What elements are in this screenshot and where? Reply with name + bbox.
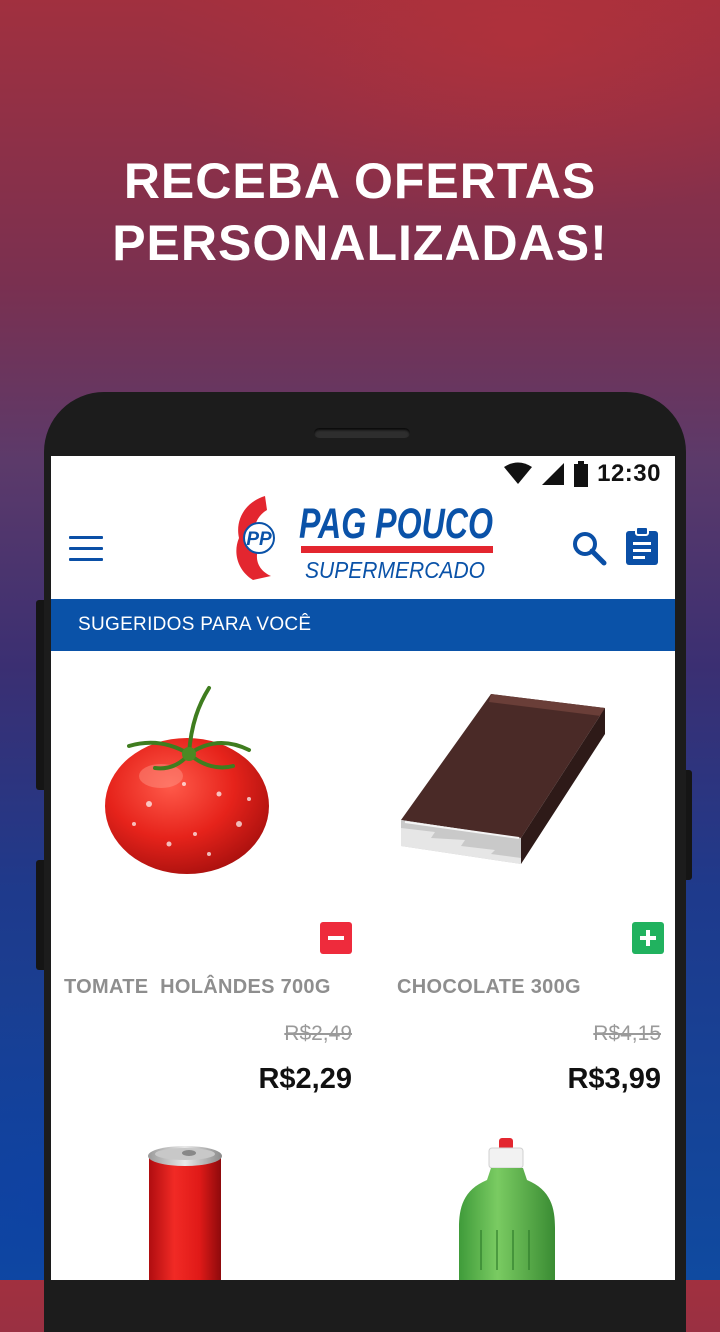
soda-can-image	[148, 1146, 222, 1280]
pag-pouco-logo: PP PAG POUCO SUPERMERCADO	[236, 496, 493, 583]
promo-headline: RECEBA OFERTAS PERSONALIZADAS!	[0, 150, 720, 274]
tomato-image	[105, 686, 269, 874]
battery-icon	[574, 461, 589, 487]
headline-line-1: RECEBA OFERTAS	[123, 153, 597, 209]
section-header: SUGERIDOS PARA VOCÊ	[51, 599, 675, 651]
logo-brand: PAG POUCO	[299, 500, 493, 548]
logo-underline	[301, 546, 493, 553]
phone-side-button-left-2	[36, 860, 44, 970]
minus-icon	[328, 936, 344, 940]
product-old-price: R$4,15	[593, 1022, 661, 1045]
wifi-icon	[504, 462, 533, 484]
increase-quantity-button[interactable]	[632, 922, 664, 954]
logo-subtitle: SUPERMERCADO	[305, 557, 485, 583]
product-old-price: R$2,49	[284, 1022, 352, 1045]
search-icon[interactable]	[571, 530, 607, 566]
headline-line-2: PERSONALIZADAS!	[112, 215, 608, 271]
signal-icon	[542, 463, 565, 485]
phone-speaker	[314, 428, 410, 438]
detergent-bottle-image	[459, 1138, 555, 1280]
product-price: R$2,29	[258, 1063, 352, 1095]
chocolate-image	[401, 694, 605, 864]
phone-side-button-left	[36, 600, 44, 790]
phone-side-button-right	[686, 770, 692, 880]
app-bar: PP PAG POUCO SUPERMERCADO	[51, 492, 675, 598]
logo-monogram: PP	[246, 529, 272, 550]
status-time: 12:30	[597, 460, 661, 487]
menu-icon[interactable]	[69, 536, 103, 562]
product-price: R$3,99	[567, 1063, 661, 1095]
shopping-list-icon[interactable]	[625, 526, 659, 566]
decrease-quantity-button[interactable]	[320, 922, 352, 954]
product-name: CHOCOLATE 300G	[397, 976, 581, 998]
section-title: SUGERIDOS PARA VOCÊ	[78, 614, 312, 635]
status-bar: 12:30	[51, 456, 675, 492]
plus-icon	[640, 930, 656, 946]
app-screen: 12:30 PP PAG POUCO SUPERMERCADO SUGERIDO…	[51, 456, 675, 1280]
product-name: TOMATE HOLÂNDES 700G	[64, 976, 331, 998]
